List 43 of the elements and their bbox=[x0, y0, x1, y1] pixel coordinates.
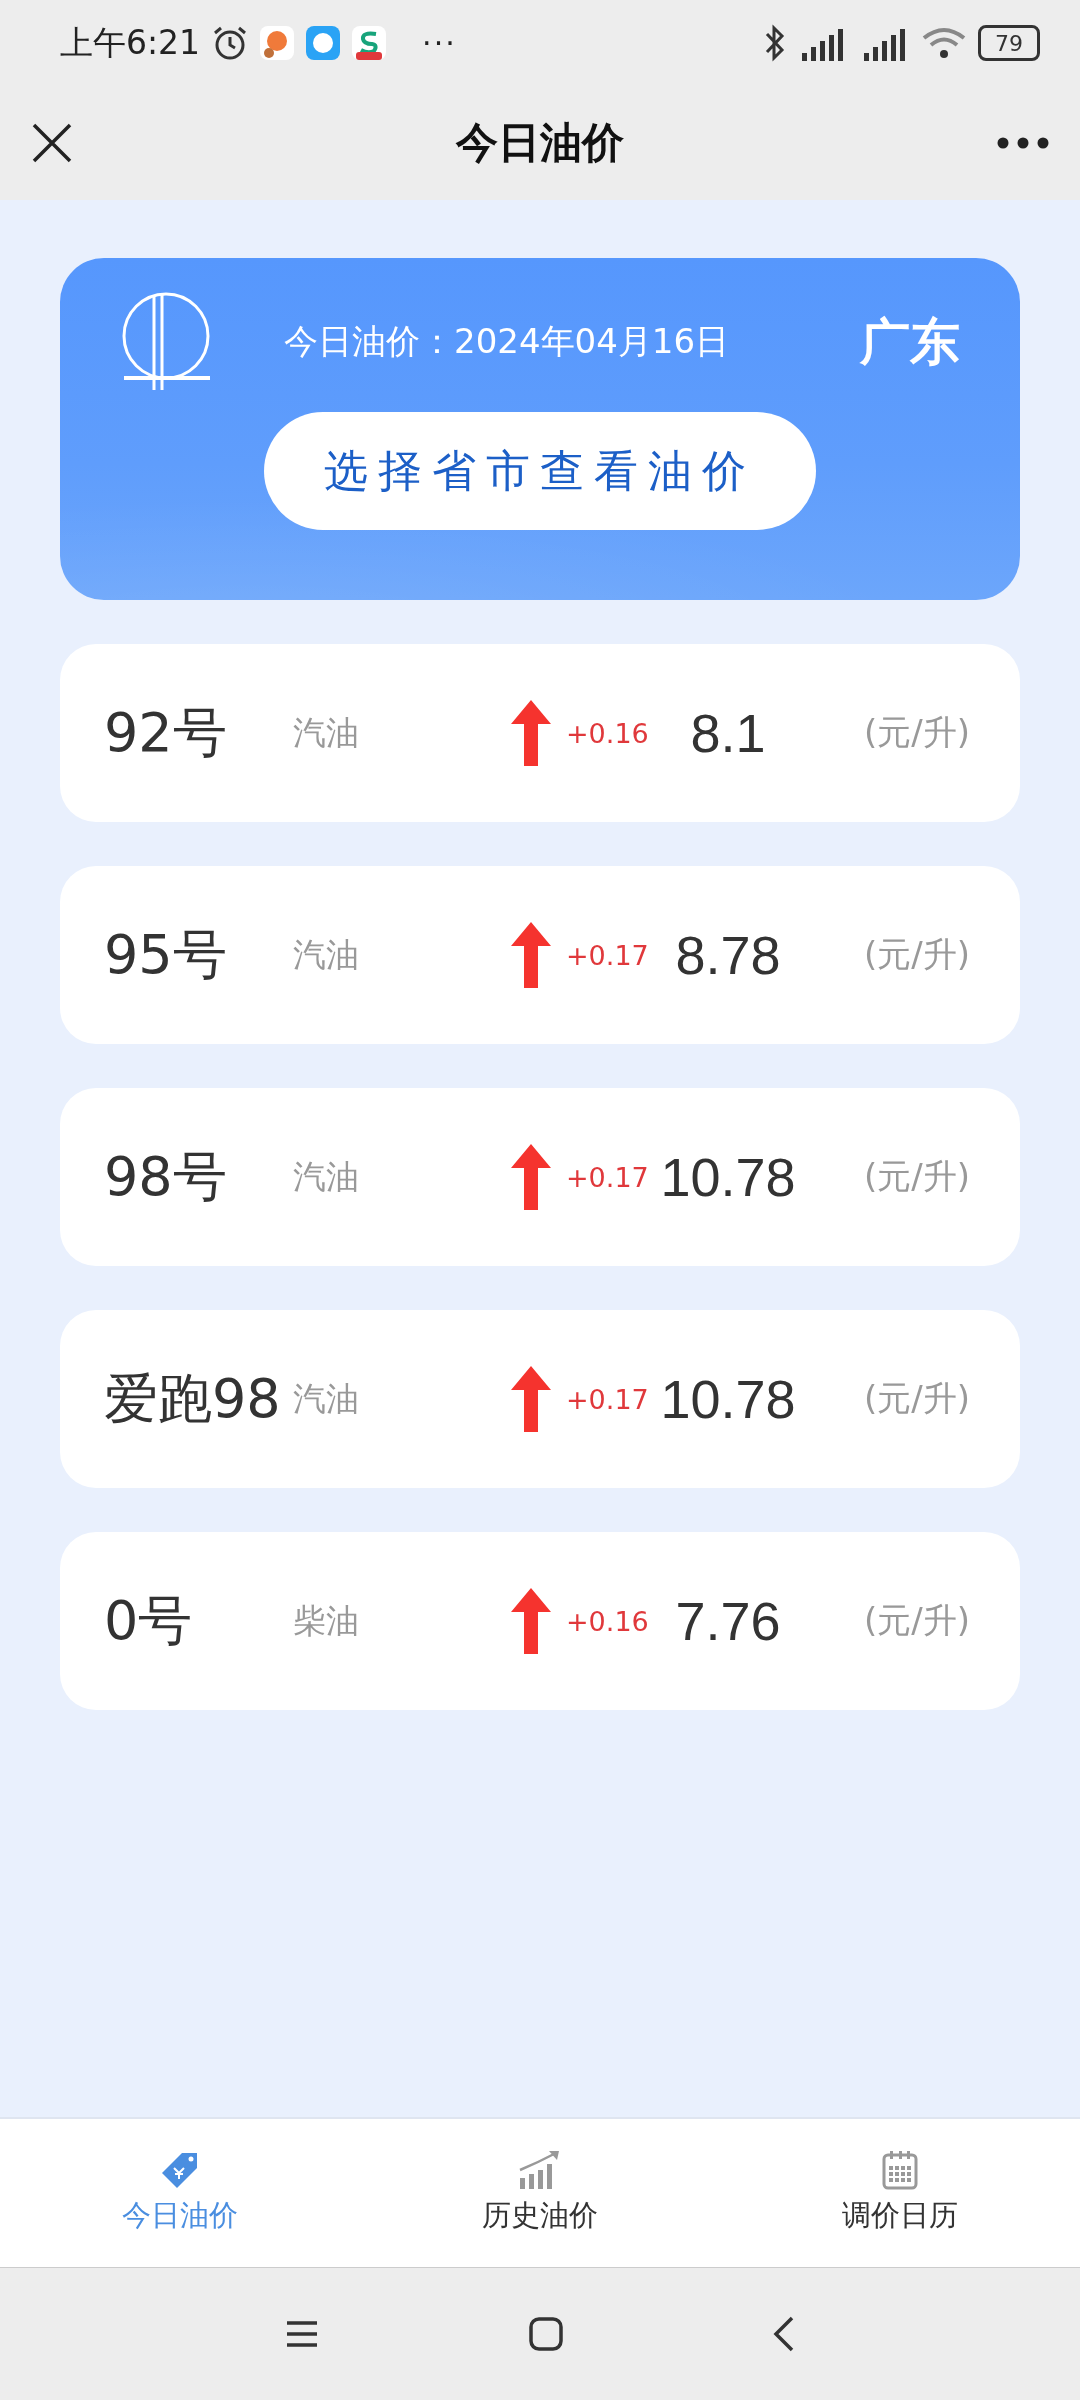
fuel-price: 8.78 bbox=[674, 923, 782, 987]
close-icon[interactable] bbox=[30, 121, 74, 165]
fuel-type: 汽油 bbox=[293, 933, 360, 976]
alarm-icon bbox=[212, 25, 249, 61]
fuel-type: 汽油 bbox=[293, 1155, 360, 1198]
app-icon bbox=[306, 26, 341, 60]
page-title: 今日油价 bbox=[456, 117, 624, 169]
wifi-icon bbox=[922, 26, 966, 60]
fuel-price: 10.78 bbox=[659, 1367, 797, 1431]
price-unit: (元/升) bbox=[864, 1599, 971, 1642]
fuel-grade: 95号 bbox=[104, 921, 228, 988]
price-tag-icon bbox=[160, 2150, 200, 2190]
fuel-price: 8.1 bbox=[689, 701, 767, 765]
fuel-grade: 98号 bbox=[104, 1143, 228, 1210]
fuel-type: 柴油 bbox=[293, 1599, 360, 1642]
nav-tab[interactable]: 调价日历 bbox=[720, 2119, 1080, 2267]
menu-icon[interactable] bbox=[285, 2320, 319, 2348]
app-icon bbox=[260, 26, 295, 60]
bluetooth-icon bbox=[764, 24, 786, 62]
home-icon[interactable] bbox=[529, 2317, 563, 2351]
fuel-price: 10.78 bbox=[659, 1145, 797, 1209]
fuel-grade: 92号 bbox=[104, 699, 228, 766]
more-notifications: ··· bbox=[422, 25, 457, 61]
price-unit: (元/升) bbox=[864, 711, 971, 754]
app-icon bbox=[352, 26, 387, 60]
price-unit: (元/升) bbox=[864, 1155, 971, 1198]
date-label: 今日油价：2024年04月16日 bbox=[284, 320, 731, 363]
nav-tab[interactable]: 历史油价 bbox=[360, 2119, 720, 2267]
status-time: 上午6:21 bbox=[60, 21, 201, 64]
fuel-grade: 爱跑98 bbox=[104, 1365, 282, 1432]
more-icon[interactable] bbox=[996, 136, 1050, 150]
price-unit: (元/升) bbox=[864, 933, 971, 976]
fuel-type: 汽油 bbox=[293, 711, 360, 754]
price-unit: (元/升) bbox=[864, 1377, 971, 1420]
fuel-type: 汽油 bbox=[293, 1377, 360, 1420]
bar-chart-icon bbox=[519, 2150, 561, 2190]
fuel-grade: 0号 bbox=[104, 1587, 194, 1654]
fuel-price: 7.76 bbox=[674, 1589, 782, 1653]
back-icon[interactable] bbox=[773, 2316, 795, 2352]
select-region-button[interactable]: 选择省市查看油价 bbox=[264, 412, 816, 530]
battery-indicator: 79 bbox=[978, 25, 1040, 61]
calendar-icon bbox=[882, 2150, 918, 2190]
province-label: 广东 bbox=[860, 311, 960, 373]
